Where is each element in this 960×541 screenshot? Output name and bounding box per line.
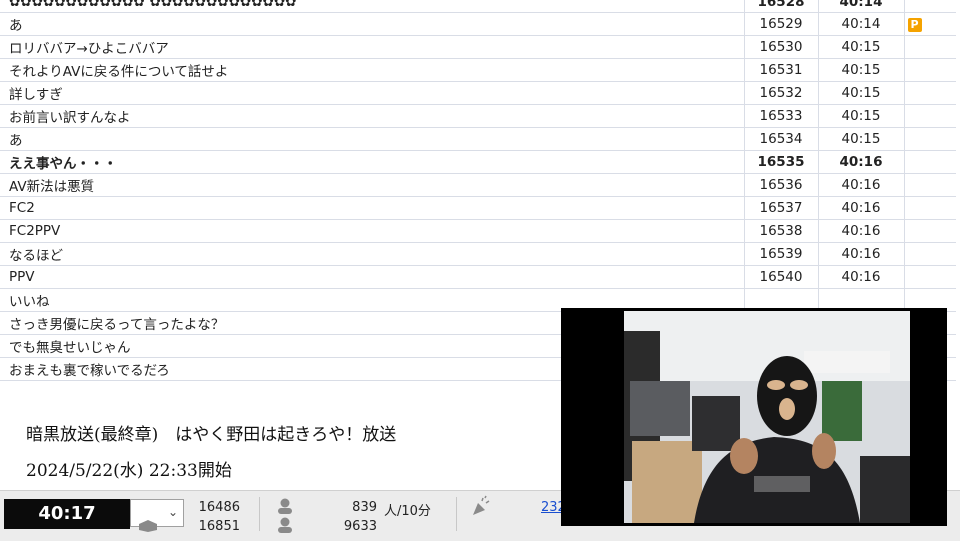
comment-number: 16536 <box>743 173 818 197</box>
stream-title: 暗黒放送(最終章) はやく野田は起きろや！放送 <box>26 425 397 445</box>
comment-flag <box>903 265 956 289</box>
comment-flag <box>903 196 956 220</box>
comment-flag <box>903 150 956 174</box>
comment-time: 40:16 <box>817 173 904 197</box>
comment-number: 16534 <box>743 127 818 151</box>
comment-time: 40:14 <box>817 12 904 36</box>
comment-time: 40:15 <box>817 127 904 151</box>
comment-number: 16540 <box>743 265 818 289</box>
comment-number: 16531 <box>743 58 818 82</box>
comment-flag <box>903 35 956 59</box>
comment-row[interactable]: ✿✿✿✿✿✿✿✿✿✿✿✿ ✿✿✿✿✿✿✿✿✿✿✿✿✿ 16528 40:14 <box>0 0 956 13</box>
comment-text: ロリババア→ひよこババア <box>0 35 744 59</box>
comment-flag: P <box>903 12 956 36</box>
elapsed-timer: 40:17 <box>4 499 130 529</box>
comment-row[interactable]: PPV 16540 40:16 <box>0 265 956 289</box>
user-icon <box>278 517 292 533</box>
chevron-down-icon: ⌄ <box>167 505 178 519</box>
comment-row[interactable]: それよりAVに戻る件について話せよ 16531 40:15 <box>0 58 956 82</box>
comment-number: 16539 <box>743 242 818 266</box>
comment-time: 40:16 <box>817 150 904 174</box>
comment-row[interactable]: あ 16534 40:15 <box>0 127 956 151</box>
comment-flag <box>903 104 956 128</box>
comment-time: 40:14 <box>817 0 904 13</box>
comment-flag <box>903 127 956 151</box>
comment-time: 40:15 <box>817 104 904 128</box>
active-viewers-unit: 人/10分 <box>384 504 431 519</box>
comment-time: 40:16 <box>817 219 904 243</box>
comment-time: 40:15 <box>817 35 904 59</box>
comment-row[interactable]: お前言い訳すんなよ 16533 40:15 <box>0 104 956 128</box>
comment-text: それよりAVに戻る件について話せよ <box>0 58 744 82</box>
stream-start-time: 2024/5/22(水) 22:33開始 <box>26 461 232 481</box>
comment-row[interactable]: AV新法は悪質 16536 40:16 <box>0 173 956 197</box>
comment-text: ええ事やん・・・ <box>0 150 744 174</box>
comment-number: 16537 <box>743 196 818 220</box>
comment-time: 40:15 <box>817 81 904 105</box>
comment-row[interactable]: ええ事やん・・・ 16535 40:16 <box>0 150 956 174</box>
comment-time: 40:16 <box>817 265 904 289</box>
comment-time: 40:15 <box>817 58 904 82</box>
comment-number: 16530 <box>743 35 818 59</box>
comment-text: なるほど <box>0 242 744 266</box>
active-viewers: 839 <box>352 500 377 515</box>
comment-flag <box>903 219 956 243</box>
comment-number: 16538 <box>743 219 818 243</box>
comment-row[interactable]: あ 16529 40:14 P <box>0 12 956 36</box>
webcam-video[interactable] <box>561 308 947 526</box>
comment-number: 16533 <box>743 104 818 128</box>
comment-number: 16535 <box>743 150 818 174</box>
divider <box>456 497 457 531</box>
comment-text: あ <box>0 12 744 36</box>
comment-count: 16851 <box>198 519 240 534</box>
comment-number: 16529 <box>743 12 818 36</box>
comment-icon <box>139 520 157 532</box>
comment-text: FC2PPV <box>0 219 744 243</box>
stream-info-panel: 暗黒放送(最終章) はやく野田は起きろや！放送 2024/5/22(水) 22:… <box>0 406 560 490</box>
comment-row[interactable]: FC2 16537 40:16 <box>0 196 956 220</box>
comment-flag <box>903 0 956 13</box>
comment-text: ✿✿✿✿✿✿✿✿✿✿✿✿ ✿✿✿✿✿✿✿✿✿✿✿✿✿ <box>0 0 744 13</box>
visitor-count: 16486 <box>198 500 240 515</box>
video-frame <box>624 311 910 523</box>
comment-number: 16532 <box>743 81 818 105</box>
comment-time: 40:16 <box>817 196 904 220</box>
divider <box>259 497 260 531</box>
comment-flag <box>903 58 956 82</box>
comment-text: 詳しすぎ <box>0 81 744 105</box>
comment-text: あ <box>0 127 744 151</box>
comment-text: AV新法は悪質 <box>0 173 744 197</box>
comment-text: FC2 <box>0 196 744 220</box>
ad-points: 9633 <box>343 519 377 534</box>
comment-row[interactable]: 詳しすぎ 16532 40:15 <box>0 81 956 105</box>
comment-text: PPV <box>0 265 744 289</box>
comment-text: お前言い訳すんなよ <box>0 104 744 128</box>
comment-row[interactable]: ロリババア→ひよこババア 16530 40:15 <box>0 35 956 59</box>
premium-badge-icon: P <box>907 18 922 32</box>
comment-flag <box>903 242 956 266</box>
comment-flag <box>903 81 956 105</box>
comment-time: 40:16 <box>817 242 904 266</box>
comment-number: 16528 <box>743 0 818 13</box>
user-group-icon <box>278 498 292 514</box>
comment-flag <box>903 173 956 197</box>
comment-row[interactable]: なるほど 16539 40:16 <box>0 242 956 266</box>
comment-row[interactable]: FC2PPV 16538 40:16 <box>0 219 956 243</box>
party-popper-icon <box>473 495 490 515</box>
